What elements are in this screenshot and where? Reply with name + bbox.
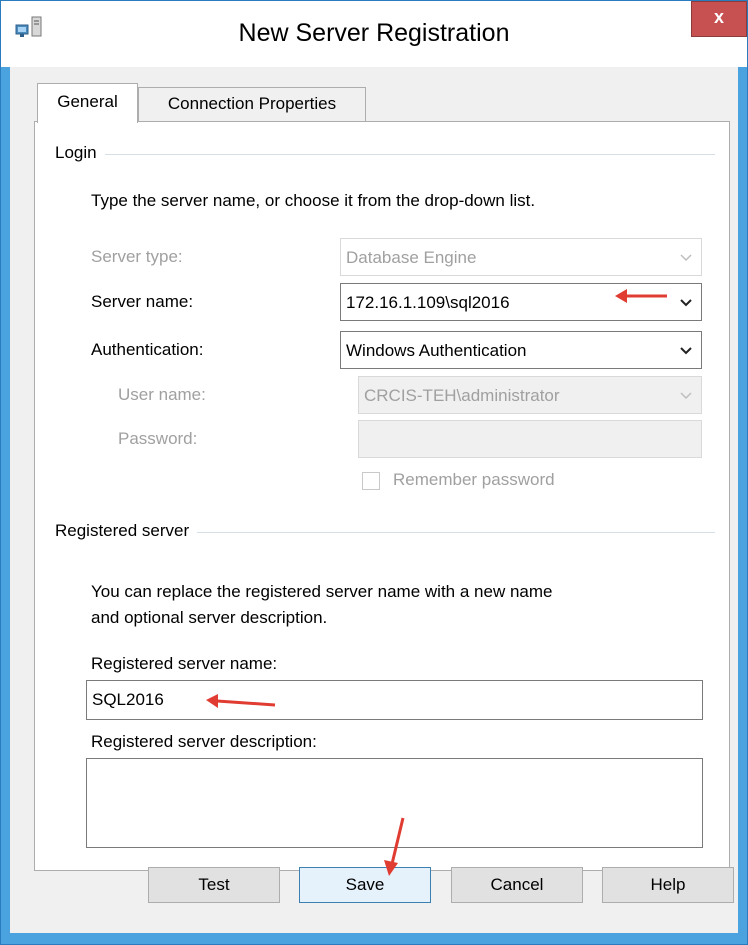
user-name-combo: CRCIS-TEH\administrator xyxy=(358,376,702,414)
cancel-button[interactable]: Cancel xyxy=(451,867,583,903)
registered-name-arrow-icon xyxy=(206,694,276,708)
general-tab-panel: Login Type the server name, or choose it… xyxy=(34,121,730,871)
authentication-value[interactable]: Windows Authentication xyxy=(346,341,527,361)
window-title: New Server Registration xyxy=(238,19,510,47)
registered-server-name-value[interactable]: SQL2016 xyxy=(92,690,164,710)
server-type-combo: Database Engine xyxy=(340,238,702,276)
help-button[interactable]: Help xyxy=(602,867,734,903)
server-name-arrow-icon xyxy=(615,289,667,303)
chevron-down-icon[interactable] xyxy=(677,340,695,360)
user-name-value: CRCIS-TEH\administrator xyxy=(364,386,560,405)
remember-password-label: Remember password xyxy=(393,470,555,489)
server-type-value: Database Engine xyxy=(346,248,477,267)
server-type-label: Server type: xyxy=(91,247,183,266)
registered-server-name-label: Registered server name: xyxy=(91,654,278,673)
registered-group-label: Registered server xyxy=(55,521,198,541)
authentication-label: Authentication: xyxy=(91,340,204,359)
login-instruction: Type the server name, or choose it from … xyxy=(91,191,536,210)
dialog-window: New Server Registration x General Connec… xyxy=(0,0,748,945)
title-bar[interactable]: New Server Registration x xyxy=(1,1,747,67)
password-label: Password: xyxy=(118,429,198,448)
save-button[interactable]: Save xyxy=(299,867,431,903)
chevron-down-icon xyxy=(680,254,692,262)
server-name-value[interactable]: 172.16.1.109\sql2016 xyxy=(346,293,510,313)
authentication-combo[interactable]: Windows Authentication xyxy=(340,331,702,369)
close-button[interactable]: x xyxy=(691,1,747,37)
server-name-label: Server name: xyxy=(91,292,194,311)
user-name-label: User name: xyxy=(118,385,206,404)
tab-connection-properties[interactable]: Connection Properties xyxy=(138,87,366,121)
registered-instruction-line1: You can replace the registered server na… xyxy=(91,582,553,601)
dialog-client-area: General Connection Properties Login Type… xyxy=(10,67,738,933)
save-arrow-icon xyxy=(384,817,405,876)
remember-password-checkbox xyxy=(362,472,380,490)
chevron-down-icon xyxy=(680,392,692,400)
registered-server-description-label: Registered server description: xyxy=(91,732,317,751)
registered-instruction-line2: and optional server description. xyxy=(91,608,328,627)
tab-general[interactable]: General xyxy=(37,83,138,123)
chevron-down-icon[interactable] xyxy=(677,292,695,312)
registered-server-name-input[interactable]: SQL2016 xyxy=(86,680,703,720)
test-button[interactable]: Test xyxy=(148,867,280,903)
login-group-divider xyxy=(55,154,715,155)
password-input xyxy=(358,420,702,458)
login-group-label: Login xyxy=(55,143,105,163)
